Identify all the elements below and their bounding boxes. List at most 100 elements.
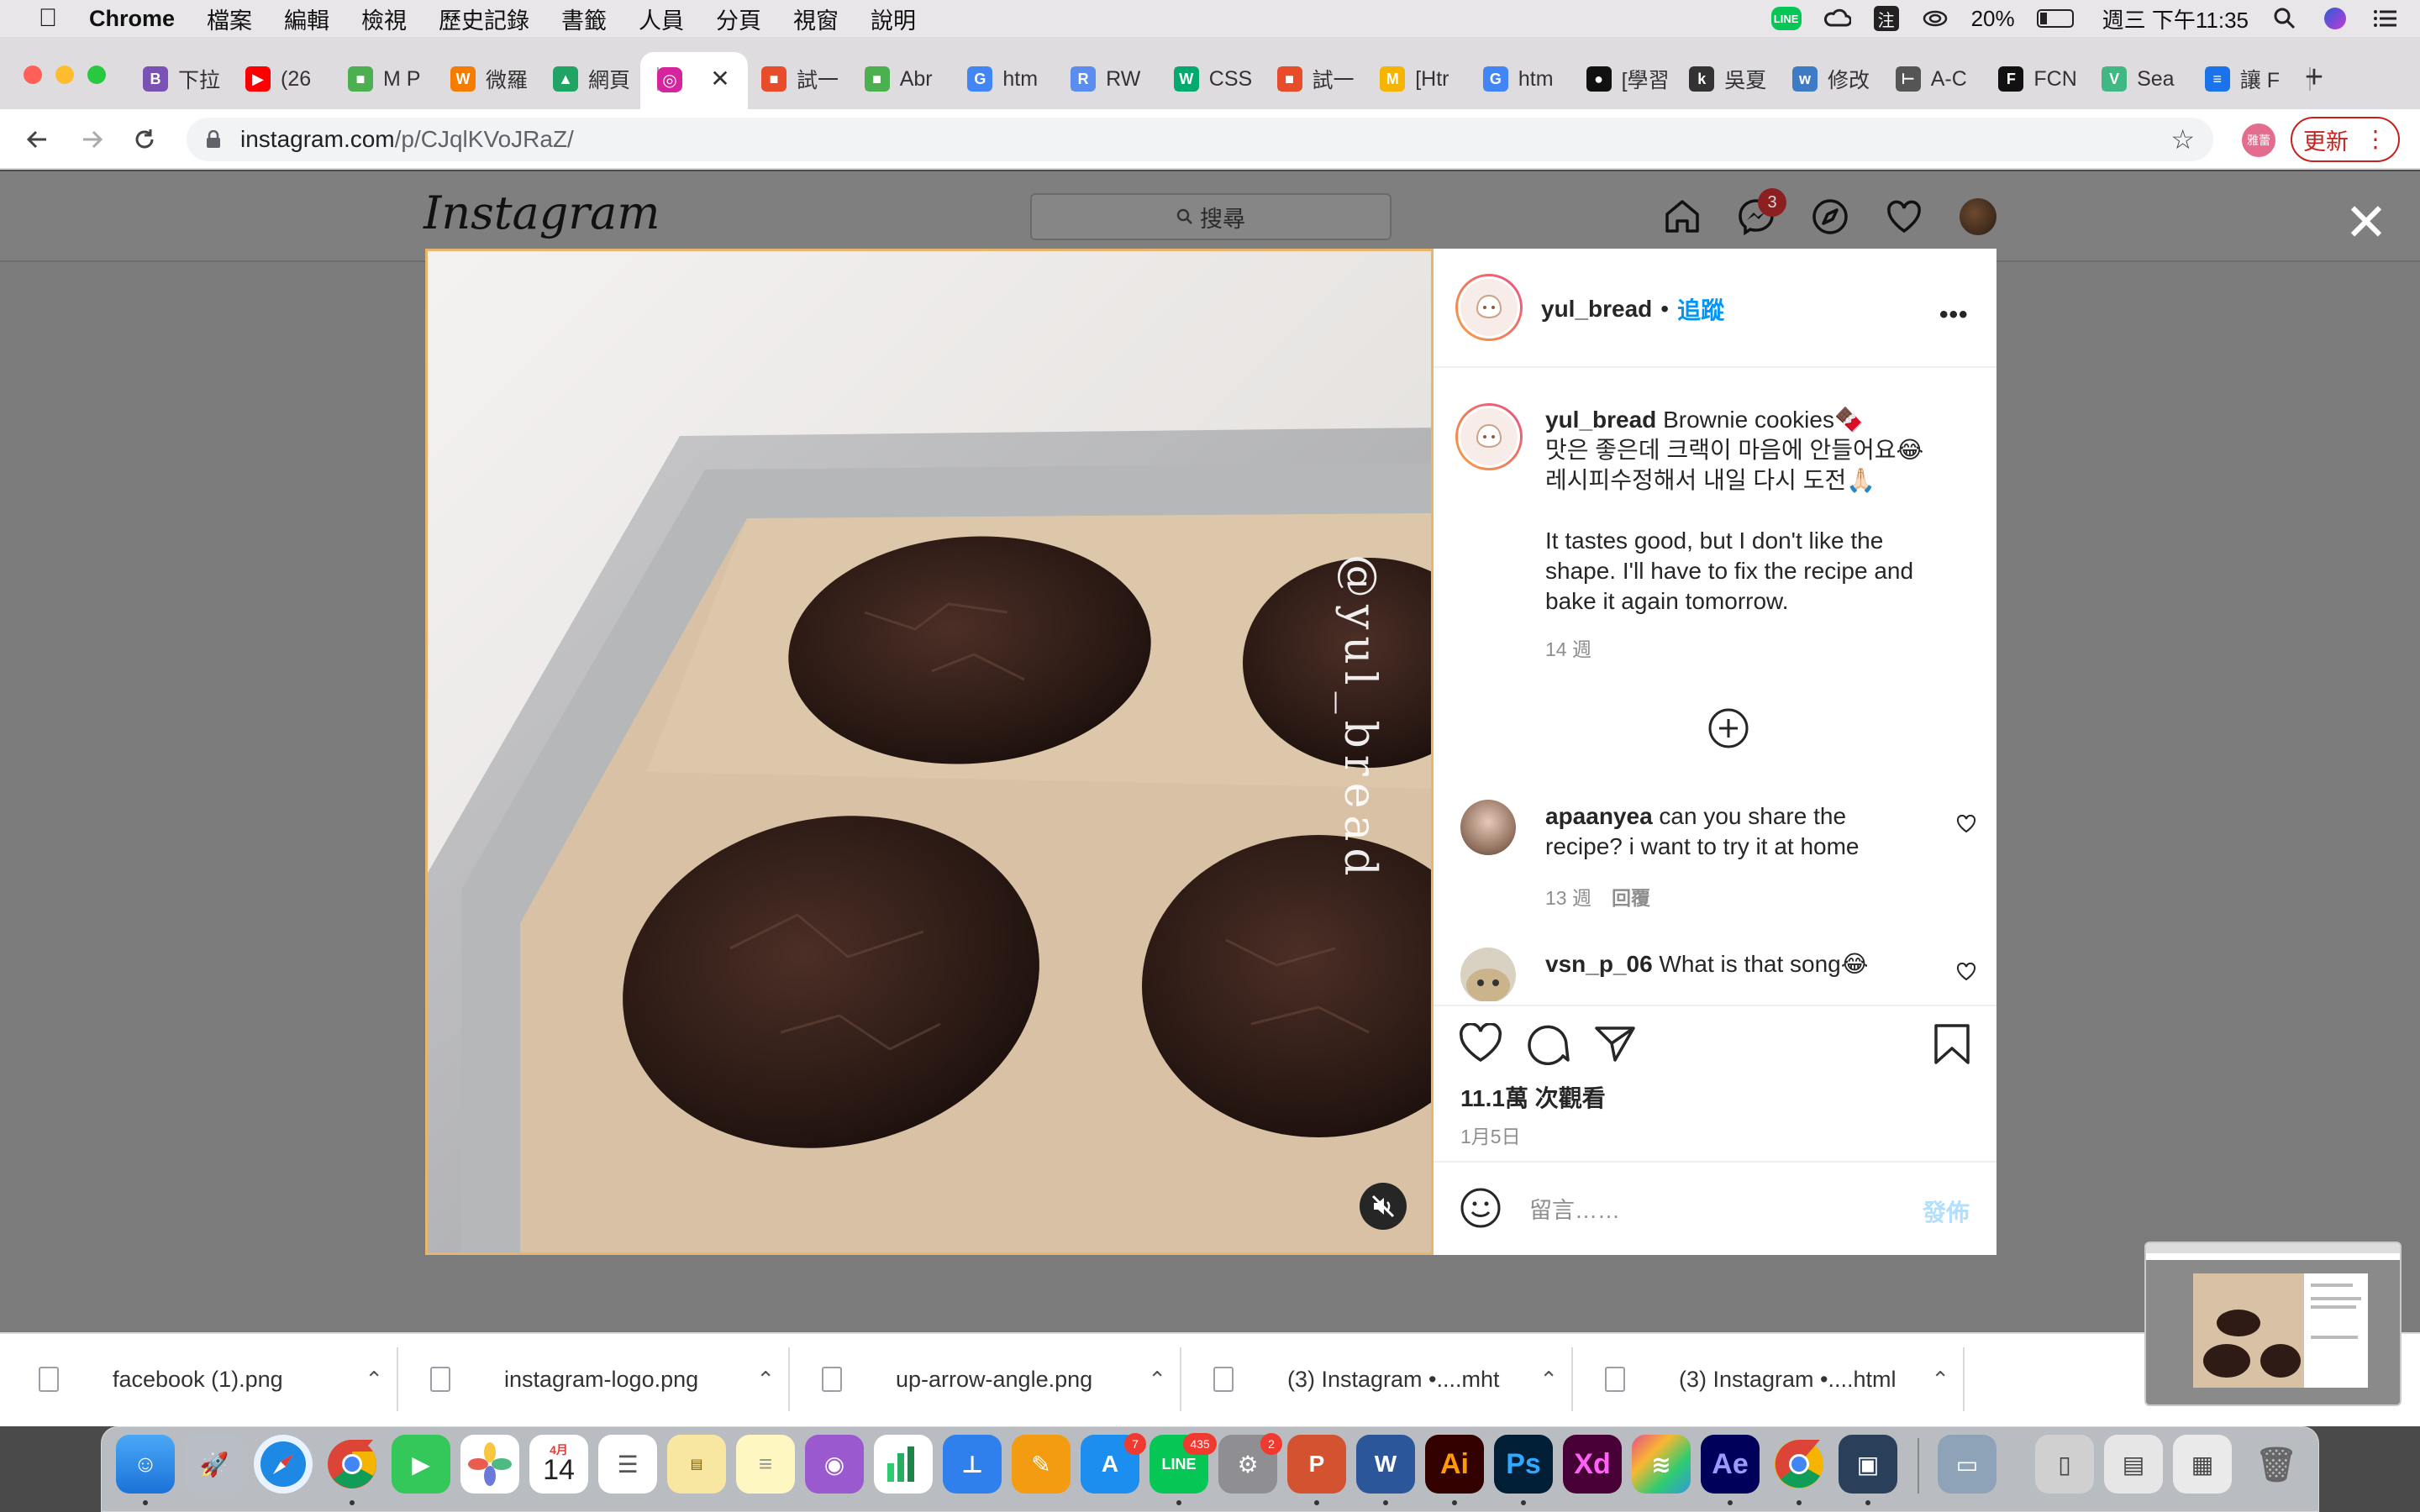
window-minimize-button[interactable] — [55, 66, 74, 84]
browser-tab[interactable]: W 微羅 — [450, 57, 556, 101]
apple-menu-icon[interactable]:  — [35, 4, 60, 32]
download-item[interactable]: up-arrow-angle.png ⌃ — [822, 1344, 1166, 1415]
illustrator-icon[interactable]: Ai — [1425, 1435, 1484, 1494]
podcasts-icon[interactable]: ◉ — [805, 1435, 864, 1494]
browser-tab[interactable]: w 修改 — [1792, 57, 1898, 101]
menu-people[interactable]: 人員 — [639, 3, 684, 35]
author-username[interactable]: yul_bread — [1541, 296, 1652, 323]
browser-tab[interactable]: ■ 試一 — [1276, 57, 1383, 101]
view-count[interactable]: 11.1萬 次觀看 — [1460, 1080, 1606, 1114]
reload-button[interactable] — [128, 123, 161, 156]
menu-app-name[interactable]: Chrome — [89, 6, 175, 32]
clock[interactable]: 週三 下午11:35 — [2102, 3, 2249, 34]
chevron-up-icon[interactable]: ⌃ — [365, 1367, 383, 1393]
window-close-button[interactable] — [24, 66, 42, 84]
input-method-icon[interactable]: 注 — [1873, 6, 1899, 31]
explore-compass-icon[interactable] — [1808, 195, 1852, 239]
bookmark-star-icon[interactable]: ☆ — [2170, 123, 2195, 155]
downloads-stack-icon[interactable]: ▦ — [2173, 1435, 2232, 1494]
recent-document-icon[interactable]: ▯ — [2035, 1435, 2094, 1494]
instagram-logo[interactable]: Instagram — [424, 186, 660, 239]
creative-cloud-tray-icon[interactable] — [1823, 6, 1852, 31]
commenter-avatar[interactable] — [1460, 948, 1516, 1003]
menu-help[interactable]: 說明 — [871, 3, 916, 35]
recent-document-icon[interactable]: ▤ — [2104, 1435, 2163, 1494]
siri-icon[interactable] — [2321, 6, 2349, 31]
comment-username[interactable]: apaanyea — [1545, 803, 1653, 829]
download-item[interactable]: facebook (1).png ⌃ — [39, 1344, 383, 1415]
browser-tab[interactable]: V Sea — [2102, 57, 2208, 101]
reminders-icon[interactable]: ☰ — [598, 1435, 657, 1494]
menu-edit[interactable]: 編輯 — [284, 3, 329, 35]
activity-heart-icon[interactable] — [1882, 195, 1926, 239]
pages-icon[interactable]: ✎ — [1012, 1435, 1071, 1494]
browser-tab[interactable]: ⊢ A-C — [1895, 57, 2002, 101]
instagram-search-input[interactable]: 搜尋 — [1030, 193, 1392, 240]
author-avatar[interactable] — [1455, 274, 1523, 341]
menu-history[interactable]: 歷史記錄 — [439, 3, 529, 35]
browser-tab[interactable]: ≡ 讓 F — [2204, 57, 2311, 101]
post-video[interactable] — [425, 249, 1434, 1255]
line-tray-icon[interactable]: LINE — [1770, 7, 1802, 30]
stickies-icon[interactable]: ▤ — [667, 1435, 726, 1494]
spotlight-search-icon[interactable] — [2270, 6, 2299, 31]
lock-icon[interactable] — [205, 129, 222, 150]
follow-button[interactable]: 追蹤 — [1677, 292, 1724, 326]
calendar-icon[interactable]: 4月 14 — [529, 1435, 588, 1494]
chrome-secondary-icon[interactable] — [1770, 1435, 1828, 1494]
photos-icon[interactable] — [460, 1435, 519, 1494]
launchpad-rocket-icon[interactable]: 🚀 — [185, 1435, 244, 1494]
browser-tab[interactable]: ■ Abr — [864, 57, 971, 101]
window-zoom-button[interactable] — [87, 66, 106, 84]
tab-close-icon[interactable]: ✕ — [708, 66, 733, 92]
browser-tab[interactable]: ▶ (26 — [245, 57, 351, 101]
caption-age[interactable]: 14 週 — [1545, 633, 1965, 662]
menu-file[interactable]: 檔案 — [207, 3, 252, 35]
save-bookmark-icon[interactable] — [1933, 1023, 1971, 1069]
mute-toggle-button[interactable] — [1360, 1183, 1407, 1230]
chrome-icon[interactable] — [323, 1435, 381, 1494]
comment-age[interactable]: 13 週 — [1545, 882, 1591, 911]
comment-bubble-icon[interactable] — [1526, 1023, 1570, 1069]
menu-bookmarks[interactable]: 書籤 — [561, 3, 607, 35]
browser-tab[interactable]: ■ M P — [348, 57, 454, 101]
keynote-icon[interactable]: ⊥ — [943, 1435, 1002, 1494]
address-bar[interactable]: instagram.com/p/CJqlKVoJRaZ/ ☆ — [187, 118, 2213, 161]
home-icon[interactable] — [1660, 195, 1704, 239]
preview-icon[interactable]: ▭ — [1938, 1435, 1996, 1494]
browser-tab[interactable]: Ghtm — [1482, 57, 1589, 101]
browser-tab[interactable]: ● [學習 — [1586, 57, 1692, 101]
powerpoint-icon[interactable]: P — [1287, 1435, 1346, 1494]
share-paper-plane-icon[interactable] — [1593, 1023, 1637, 1068]
browser-tab[interactable]: W CSS — [1173, 57, 1280, 101]
browser-tab[interactable]: Ghtm — [967, 57, 1074, 101]
xd-icon[interactable]: Xd — [1563, 1435, 1622, 1494]
profile-avatar[interactable]: 雅蕾 — [2242, 123, 2275, 157]
emoji-icon[interactable] — [1459, 1186, 1502, 1234]
trash-icon[interactable]: 🗑 — [2247, 1435, 2306, 1494]
post-date[interactable]: 1月5日 — [1460, 1121, 1521, 1149]
close-modal-button[interactable]: ✕ — [2344, 197, 2388, 249]
caption-username[interactable]: yul_bread — [1545, 407, 1656, 433]
finder-icon[interactable]: ☺ — [116, 1435, 175, 1494]
more-options-icon[interactable]: ••• — [1939, 301, 1969, 329]
browser-tab[interactable]: k 吳夏 — [1689, 57, 1796, 101]
profile-avatar-icon[interactable] — [1956, 195, 2000, 239]
after-effects-icon[interactable]: Ae — [1701, 1435, 1760, 1494]
notification-center-icon[interactable] — [2371, 6, 2400, 31]
comment-input[interactable]: 留言…… — [1529, 1189, 1865, 1226]
browser-tab[interactable]: F FCN — [1998, 57, 2105, 101]
download-item[interactable]: (3) Instagram •....mht ⌃ — [1213, 1344, 1558, 1415]
publish-comment-button[interactable]: 發佈 — [1923, 1194, 1970, 1228]
browser-tab[interactable]: R RW — [1071, 57, 1177, 101]
airdrop-tray-icon[interactable] — [1921, 6, 1949, 31]
chevron-up-icon[interactable]: ⌃ — [1539, 1367, 1558, 1393]
like-heart-icon[interactable] — [1459, 1022, 1502, 1068]
browser-tab[interactable]: B 下拉 — [143, 57, 249, 101]
reply-button[interactable]: 回覆 — [1612, 882, 1650, 911]
forward-button[interactable] — [76, 123, 109, 156]
layers-app-icon[interactable]: ≋ — [1632, 1435, 1691, 1494]
download-item[interactable]: instagram-logo.png ⌃ — [430, 1344, 775, 1415]
new-tab-button[interactable]: + — [2297, 60, 2331, 95]
comment-like-icon[interactable] — [1956, 962, 1976, 985]
